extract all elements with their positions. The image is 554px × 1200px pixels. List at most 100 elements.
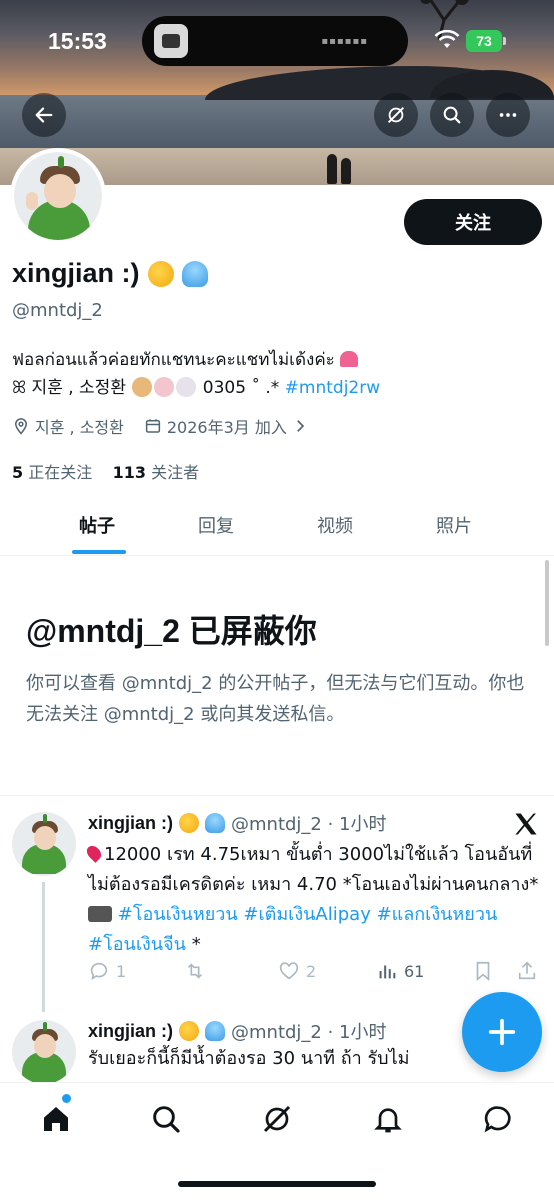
- banner-people: [325, 152, 357, 184]
- reply-button[interactable]: 1: [88, 960, 126, 982]
- location-icon: [14, 418, 28, 435]
- bio-line-2-prefix: ꕤ 지훈 , 소정환: [12, 378, 126, 398]
- pufferfish-icon: [147, 260, 174, 287]
- arrow-left-icon: [35, 107, 53, 123]
- notification-dot: [62, 1094, 71, 1103]
- camera-icon: [88, 906, 112, 922]
- views-count: 61: [404, 961, 425, 981]
- bookmark-icon: [476, 961, 490, 982]
- profile-bio: ฟอลก่อนแล้วค่อยทักแชทนะคะแชทไม่เด้งค่ะ ꕤ…: [12, 346, 542, 402]
- views-icon: [379, 965, 396, 979]
- more-button[interactable]: [486, 93, 530, 137]
- display-name-text: xingjian :): [12, 258, 140, 288]
- post-author-name[interactable]: xingjian :): [88, 1021, 173, 1042]
- chat-icon: [484, 1106, 511, 1133]
- thread-line: [42, 882, 45, 1012]
- jellyfish-icon: [205, 813, 225, 833]
- bookmark-button[interactable]: [472, 960, 494, 982]
- post-handle-time[interactable]: @mntdj_2 · 1小时: [231, 1018, 387, 1044]
- following-link[interactable]: 5 正在关注: [12, 463, 92, 482]
- nav-grok[interactable]: [257, 1099, 297, 1139]
- jellyfish-icon: [205, 1021, 225, 1041]
- grok-icon: [263, 1105, 291, 1133]
- nav-messages[interactable]: [478, 1099, 518, 1139]
- profile-avatar[interactable]: [10, 148, 106, 244]
- calendar-icon: [145, 419, 160, 433]
- post-hashtags[interactable]: #โอนเงินหยวน #เติมเงินAlipay #แลกเงินหยว…: [88, 904, 497, 955]
- post-header: xingjian :) @mntdj_2 · 1小时: [88, 810, 387, 836]
- like-count: 2: [306, 961, 317, 981]
- dynamic-island[interactable]: ▪▪▪▪▪▪: [142, 16, 408, 66]
- plus-icon: [488, 1018, 516, 1046]
- battery-icon: 73: [466, 30, 502, 52]
- location-text: 지훈 , 소정환: [35, 418, 124, 437]
- heart-outline-icon: [279, 962, 299, 980]
- search-icon: [443, 106, 461, 124]
- jellyfish-icon: [181, 260, 208, 287]
- post-author-name[interactable]: xingjian :): [88, 813, 173, 834]
- home-icon: [44, 1107, 68, 1131]
- follow-counts: 5 正在关注 113 关注者: [12, 459, 199, 483]
- tab-videos[interactable]: 视频: [317, 512, 353, 538]
- now-playing-thumbnail: [154, 24, 188, 58]
- joined-text[interactable]: 2026年3月 加入: [167, 414, 287, 438]
- search-icon: [153, 1106, 180, 1133]
- search-button[interactable]: [430, 93, 474, 137]
- pin-icon: [84, 843, 104, 863]
- profile-handle: @mntdj_2: [12, 300, 103, 321]
- reply-icon: [90, 962, 108, 980]
- bio-line-1: ฟอลก่อนแล้วค่อยทักแชทนะคะแชทไม่เด้งค่ะ: [12, 350, 335, 370]
- post-text: 12000 เรท 4.75เหมา ขั้นต่ำ 3000ไม่ใช้แล้…: [84, 840, 544, 960]
- tab-photos[interactable]: 照片: [436, 512, 472, 538]
- followers-link[interactable]: 113 关注者: [113, 463, 200, 482]
- post-body: 12000 เรท 4.75เหมา ขั้นต่ำ 3000ไม่ใช้แล้…: [88, 844, 539, 895]
- more-icon: [499, 113, 517, 117]
- display-name: xingjian :): [12, 258, 208, 289]
- grok-button[interactable]: [374, 93, 418, 137]
- like-button[interactable]: 2: [278, 960, 316, 982]
- grok-icon: [387, 106, 405, 124]
- wifi-icon: [434, 30, 460, 48]
- tab-posts[interactable]: 帖子: [79, 512, 115, 538]
- share-button[interactable]: [516, 960, 538, 982]
- back-button[interactable]: [22, 93, 66, 137]
- cow-icon: [154, 377, 175, 397]
- follow-button[interactable]: 关注: [404, 199, 542, 245]
- profile-meta: 지훈 , 소정환 2026年3月 加入: [12, 414, 314, 438]
- post-tail: *: [191, 934, 201, 955]
- post-avatar[interactable]: [12, 1020, 76, 1084]
- tab-replies[interactable]: 回复: [198, 512, 234, 538]
- post-handle-time[interactable]: @mntdj_2 · 1小时: [231, 810, 387, 836]
- status-time: 15:53: [48, 28, 107, 54]
- nav-home[interactable]: [36, 1099, 76, 1139]
- blocked-title: @mntdj_2 已屏蔽你: [26, 613, 317, 649]
- share-icon: [518, 961, 536, 980]
- home-indicator: [178, 1181, 376, 1187]
- repost-button[interactable]: [184, 960, 206, 982]
- battery-tip: [503, 37, 506, 45]
- scrollbar[interactable]: [545, 560, 549, 646]
- section-divider: [0, 795, 554, 796]
- post-header: xingjian :) @mntdj_2 · 1小时: [88, 1018, 387, 1044]
- blocked-description: 你可以查看 @mntdj_2 的公开帖子，但无法与它们互动。你也无法关注 @mn…: [26, 673, 525, 725]
- rabbit-icon: [176, 377, 197, 397]
- bio-code: 0305 ˚ .*: [202, 378, 280, 398]
- bio-hashtag-link[interactable]: #mntdj2rw: [285, 378, 380, 398]
- views-button[interactable]: 61: [376, 960, 424, 982]
- repost-icon: [187, 963, 203, 979]
- pufferfish-icon: [179, 1021, 199, 1041]
- pufferfish-icon: [179, 813, 199, 833]
- active-tab-indicator: [72, 550, 126, 554]
- waveform-icon: ▪▪▪▪▪▪: [321, 36, 368, 47]
- nav-notifications[interactable]: [368, 1099, 408, 1139]
- profile-tabs: 帖子 回复 视频 照片: [0, 496, 554, 556]
- post-actions: 1 2 61: [88, 958, 542, 988]
- bell-icon: [374, 1108, 402, 1133]
- post-avatar[interactable]: [12, 812, 76, 876]
- reply-count: 1: [116, 961, 127, 981]
- nav-search[interactable]: [146, 1099, 186, 1139]
- chevron-right-icon[interactable]: [291, 417, 309, 435]
- x-logo-icon: [515, 813, 537, 835]
- heart-icon: [340, 351, 359, 367]
- compose-button[interactable]: [462, 992, 542, 1072]
